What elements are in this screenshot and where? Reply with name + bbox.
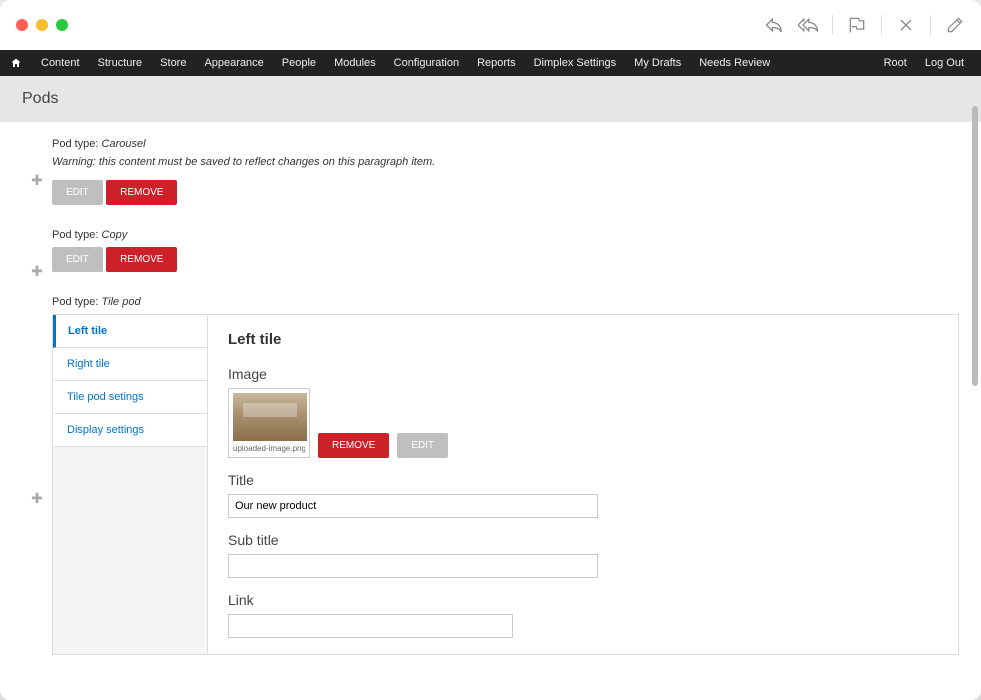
home-icon[interactable] bbox=[0, 57, 32, 69]
menu-logout[interactable]: Log Out bbox=[916, 50, 973, 76]
tile-content-heading: Left tile bbox=[228, 331, 938, 348]
thumbnail-filename: uploaded-image.png bbox=[233, 441, 305, 453]
content-scroll-area[interactable]: Pods ✚ Pod type: Carousel Warning: this … bbox=[0, 76, 981, 700]
pod-type-label: Pod type: Copy bbox=[52, 229, 959, 241]
window-titlebar bbox=[0, 0, 981, 50]
scrollbar[interactable] bbox=[972, 106, 978, 690]
menu-dimplex-settings[interactable]: Dimplex Settings bbox=[525, 50, 626, 76]
flag-icon[interactable] bbox=[847, 15, 867, 35]
pod-row-copy: ✚ Pod type: Copy EDIT REMOVE bbox=[22, 223, 959, 290]
admin-toolbar: Content Structure Store Appearance Peopl… bbox=[0, 50, 981, 76]
menu-my-drafts[interactable]: My Drafts bbox=[625, 50, 690, 76]
subtitle-input[interactable] bbox=[228, 554, 598, 578]
pod-row-carousel: ✚ Pod type: Carousel Warning: this conte… bbox=[22, 132, 959, 223]
menu-configuration[interactable]: Configuration bbox=[385, 50, 468, 76]
menu-root-user[interactable]: Root bbox=[875, 50, 916, 76]
drag-handle-icon[interactable]: ✚ bbox=[31, 172, 43, 189]
remove-button[interactable]: REMOVE bbox=[106, 180, 177, 205]
edit-button[interactable]: EDIT bbox=[52, 247, 103, 272]
tab-left-tile[interactable]: Left tile bbox=[53, 315, 207, 348]
window-minimize-button[interactable] bbox=[36, 19, 48, 31]
scrollbar-thumb[interactable] bbox=[972, 106, 978, 386]
reply-icon[interactable] bbox=[764, 15, 784, 35]
menu-structure[interactable]: Structure bbox=[89, 50, 152, 76]
image-thumbnail: uploaded-image.png bbox=[228, 388, 310, 458]
menu-content[interactable]: Content bbox=[32, 50, 89, 76]
remove-button[interactable]: REMOVE bbox=[106, 247, 177, 272]
page-title: Pods bbox=[0, 76, 981, 122]
tab-display-settings[interactable]: Display settings bbox=[53, 414, 207, 447]
menu-appearance[interactable]: Appearance bbox=[195, 50, 272, 76]
link-input[interactable] bbox=[228, 614, 513, 638]
compose-icon[interactable] bbox=[945, 15, 965, 35]
reply-all-icon[interactable] bbox=[798, 15, 818, 35]
edit-button[interactable]: EDIT bbox=[52, 180, 103, 205]
close-icon[interactable] bbox=[896, 15, 916, 35]
pod-type-label: Pod type: Carousel bbox=[52, 138, 959, 150]
window-maximize-button[interactable] bbox=[56, 19, 68, 31]
menu-store[interactable]: Store bbox=[151, 50, 195, 76]
menu-modules[interactable]: Modules bbox=[325, 50, 385, 76]
tab-tile-pod-settings[interactable]: Tile pod setings bbox=[53, 381, 207, 414]
vertical-tabs: Left tile Right tile Tile pod setings Di… bbox=[53, 315, 208, 654]
image-remove-button[interactable]: REMOVE bbox=[318, 433, 389, 458]
title-input[interactable] bbox=[228, 494, 598, 518]
pod-type-label: Pod type: Tile pod bbox=[52, 296, 959, 308]
subtitle-field-label: Sub title bbox=[228, 532, 938, 548]
menu-reports[interactable]: Reports bbox=[468, 50, 525, 76]
drag-handle-icon[interactable]: ✚ bbox=[31, 490, 43, 507]
tile-editor: Left tile Right tile Tile pod setings Di… bbox=[52, 314, 959, 655]
image-field-label: Image bbox=[228, 366, 938, 382]
menu-people[interactable]: People bbox=[273, 50, 325, 76]
link-field-label: Link bbox=[228, 592, 938, 608]
tab-right-tile[interactable]: Right tile bbox=[53, 348, 207, 381]
menu-needs-review[interactable]: Needs Review bbox=[690, 50, 779, 76]
title-field-label: Title bbox=[228, 472, 938, 488]
pod-row-tile: ✚ Pod type: Tile pod Left tile Right til… bbox=[22, 290, 959, 673]
thumbnail-preview bbox=[233, 393, 307, 441]
window-close-button[interactable] bbox=[16, 19, 28, 31]
image-edit-button[interactable]: EDIT bbox=[397, 433, 448, 458]
drag-handle-icon[interactable]: ✚ bbox=[31, 263, 43, 280]
pod-warning-text: Warning: this content must be saved to r… bbox=[52, 156, 959, 168]
